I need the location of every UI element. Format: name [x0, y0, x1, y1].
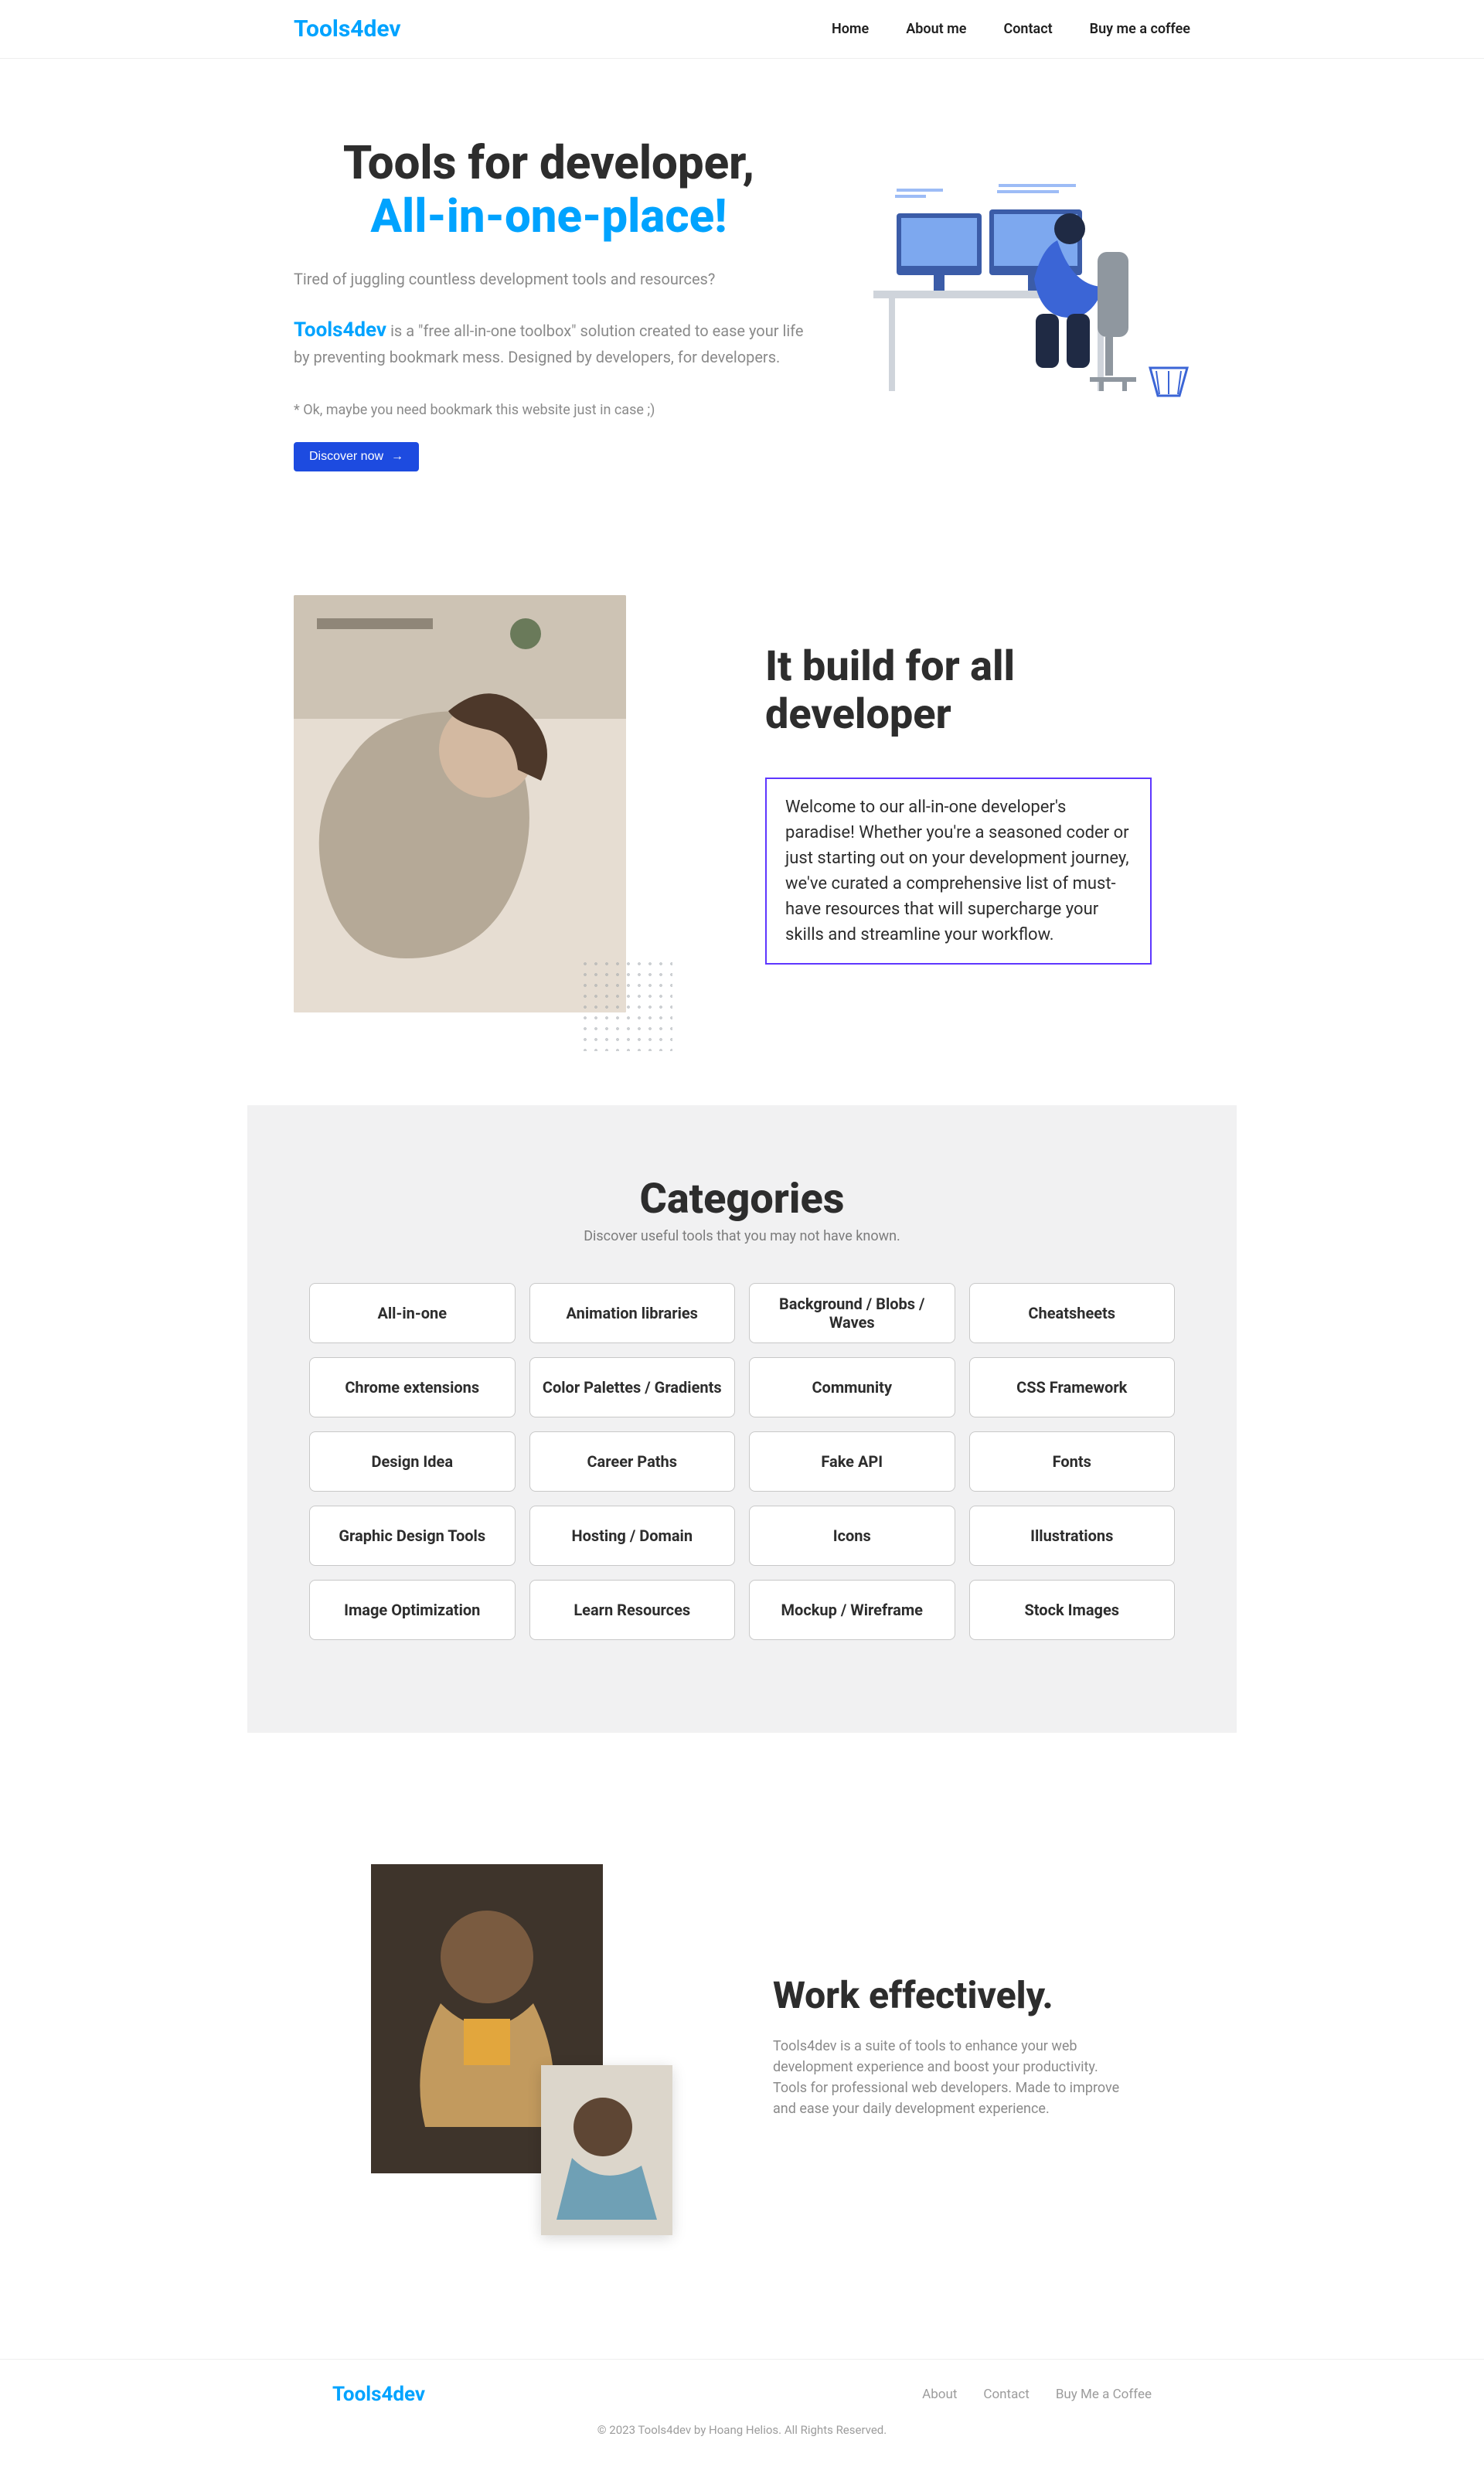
- category-item[interactable]: Chrome extensions: [309, 1357, 516, 1417]
- categories-sub: Discover useful tools that you may not h…: [309, 1228, 1175, 1244]
- category-item[interactable]: Color Palettes / Gradients: [529, 1357, 736, 1417]
- built-image: [294, 595, 626, 1012]
- category-item[interactable]: Stock Images: [969, 1580, 1176, 1640]
- category-item[interactable]: Fonts: [969, 1431, 1176, 1492]
- discover-button[interactable]: Discover now →: [294, 442, 419, 471]
- category-item[interactable]: Image Optimization: [309, 1580, 516, 1640]
- dot-pattern-icon: [580, 958, 672, 1051]
- category-item[interactable]: Hosting / Domain: [529, 1506, 736, 1566]
- main-nav: Home About me Contact Buy me a coffee: [832, 21, 1190, 37]
- built-body: Welcome to our all-in-one developer's pa…: [765, 778, 1152, 965]
- footer-nav: About Contact Buy Me a Coffee: [922, 2387, 1152, 2402]
- category-item[interactable]: Icons: [749, 1506, 955, 1566]
- category-item[interactable]: Fake API: [749, 1431, 955, 1492]
- category-item[interactable]: Career Paths: [529, 1431, 736, 1492]
- built-heading: It build for all developer: [765, 643, 1190, 739]
- logo[interactable]: Tools4dev: [294, 15, 401, 43]
- category-item[interactable]: Animation libraries: [529, 1283, 736, 1343]
- category-item[interactable]: Graphic Design Tools: [309, 1506, 516, 1566]
- category-item[interactable]: Design Idea: [309, 1431, 516, 1492]
- work-body: Tools4dev is a suite of tools to enhance…: [773, 2036, 1128, 2119]
- arrow-right-icon: →: [391, 450, 403, 464]
- nav-about[interactable]: About me: [906, 21, 966, 37]
- category-item[interactable]: All-in-one: [309, 1283, 516, 1343]
- site-header: Tools4dev Home About me Contact Buy me a…: [0, 0, 1484, 59]
- category-item[interactable]: Background / Blobs / Waves: [749, 1283, 955, 1343]
- category-item[interactable]: Illustrations: [969, 1506, 1176, 1566]
- copyright: © 2023 Tools4dev by Hoang Helios. All Ri…: [0, 2423, 1484, 2437]
- work-heading: Work effectively.: [773, 1973, 1128, 2017]
- hero-section: Tools for developer, All-in-one-place! T…: [247, 59, 1237, 502]
- hero-intro: Tired of juggling countless development …: [294, 267, 804, 291]
- footer-nav-coffee[interactable]: Buy Me a Coffee: [1056, 2387, 1152, 2402]
- category-item[interactable]: CSS Framework: [969, 1357, 1176, 1417]
- categories-section: Categories Discover useful tools that yo…: [247, 1105, 1237, 1733]
- footer-logo[interactable]: Tools4dev: [332, 2383, 425, 2406]
- nav-contact[interactable]: Contact: [1003, 21, 1052, 37]
- category-item[interactable]: Community: [749, 1357, 955, 1417]
- categories-grid: All-in-oneAnimation librariesBackground …: [309, 1283, 1175, 1640]
- hero-title: Tools for developer, All-in-one-place!: [294, 136, 804, 243]
- hero-footnote: * Ok, maybe you need bookmark this websi…: [294, 400, 804, 420]
- built-section: It build for all developer Welcome to ou…: [247, 502, 1237, 1105]
- category-item[interactable]: Mockup / Wireframe: [749, 1580, 955, 1640]
- categories-heading: Categories: [309, 1175, 1175, 1223]
- footer-nav-contact[interactable]: Contact: [983, 2387, 1029, 2402]
- nav-coffee[interactable]: Buy me a coffee: [1090, 21, 1190, 37]
- footer-nav-about[interactable]: About: [922, 2387, 957, 2402]
- category-item[interactable]: Cheatsheets: [969, 1283, 1176, 1343]
- work-images: [371, 1864, 665, 2227]
- category-item[interactable]: Learn Resources: [529, 1580, 736, 1640]
- nav-home[interactable]: Home: [832, 21, 869, 37]
- hero-desc: Tools4dev is a "free all-in-one toolbox"…: [294, 315, 804, 369]
- site-footer: Tools4dev About Contact Buy Me a Coffee …: [0, 2359, 1484, 2491]
- hero-illustration: [835, 136, 1190, 414]
- work-section: Work effectively. Tools4dev is a suite o…: [247, 1733, 1237, 2359]
